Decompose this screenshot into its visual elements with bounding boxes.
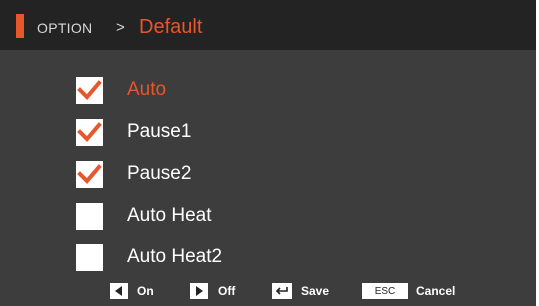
off-hint-label: Off — [218, 284, 236, 298]
checkbox-auto-heat[interactable] — [76, 203, 103, 230]
checkbox-pause1[interactable] — [76, 119, 103, 146]
checkmark-icon — [77, 80, 102, 100]
enter-key-icon[interactable] — [272, 283, 292, 299]
save-hint-label: Save — [301, 284, 330, 298]
left-arrow-key-icon[interactable] — [110, 283, 128, 299]
option-auto[interactable]: Auto — [76, 77, 336, 107]
on-hint-label: On — [137, 284, 154, 298]
option-auto-heat2[interactable]: Auto Heat2 — [76, 244, 336, 274]
footer-hints: On Off Save ESC Cancel — [0, 283, 536, 303]
breadcrumb-separator: > — [116, 19, 125, 36]
checkbox-pause2[interactable] — [76, 161, 103, 188]
option-screen: OPTION > Default Auto Pause1 Pause2 Auto… — [0, 0, 536, 306]
checkbox-auto[interactable] — [76, 77, 103, 104]
checkmark-icon — [77, 122, 102, 142]
header-bar: OPTION > Default — [0, 0, 536, 50]
esc-key[interactable]: ESC — [362, 283, 408, 299]
option-pause2[interactable]: Pause2 — [76, 161, 336, 191]
option-label-auto-heat: Auto Heat — [127, 205, 212, 226]
checkbox-auto-heat2[interactable] — [76, 244, 103, 271]
option-auto-heat[interactable]: Auto Heat — [76, 203, 336, 233]
option-pause1[interactable]: Pause1 — [76, 119, 336, 149]
option-label-pause2: Pause2 — [127, 163, 192, 184]
checkmark-icon — [77, 164, 102, 184]
option-label-pause1: Pause1 — [127, 121, 192, 142]
cancel-hint-label: Cancel — [416, 284, 456, 298]
right-arrow-key-icon[interactable] — [190, 283, 208, 299]
option-label-auto-heat2: Auto Heat2 — [127, 246, 223, 267]
option-label-auto: Auto — [127, 79, 167, 100]
breadcrumb-parent: OPTION — [37, 20, 93, 36]
page-title: Default — [139, 16, 203, 38]
header-accent-bar — [16, 14, 24, 38]
esc-key-label: ESC — [374, 285, 396, 297]
